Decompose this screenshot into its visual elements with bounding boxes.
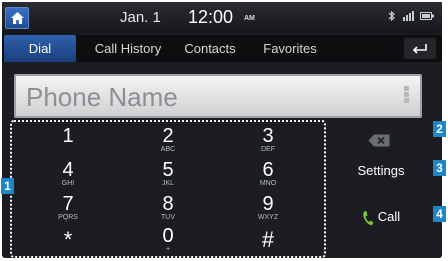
key-5[interactable]: 5 JKL [118,158,218,190]
status-ampm: AM [244,15,255,22]
status-bar: Jan. 1 12:00 AM [2,2,442,34]
callout-badge-4: 4 [433,206,446,222]
key-2[interactable]: 2 ABC [118,124,218,156]
back-icon [412,44,427,54]
back-button[interactable] [404,38,436,59]
key-letters: MNO [259,180,277,187]
tab-contacts[interactable]: Contacts [172,35,248,62]
key-4[interactable]: 4 GHI [18,158,118,190]
key-letters: JKL [161,180,175,187]
field-scroll-indicator [402,85,410,109]
key-digit: 8 [162,193,174,215]
key-1[interactable]: 1 [18,124,118,156]
status-icons [386,11,434,22]
bluetooth-icon [389,11,396,22]
key-digit: * [63,227,73,252]
phone-screen: Jan. 1 12:00 AM Dial Call History Contac… [2,2,442,258]
key-digit: 4 [62,159,74,181]
status-time: 12:00 [188,7,234,27]
callout-badge-1: 1 [1,178,14,194]
backspace-icon [368,134,390,147]
key-digit: # [261,227,275,252]
key-letters: TUV [161,214,175,221]
key-digit: 9 [262,193,274,215]
key-letters: WXYZ [257,214,279,221]
key-6[interactable]: 6 MNO [218,158,318,190]
key-letters: GHI [61,180,75,187]
home-button[interactable] [5,7,29,29]
key-letters: DEF [261,146,275,153]
key-digit: 5 [162,159,174,181]
key-9[interactable]: 9 WXYZ [218,192,318,224]
phone-name-field[interactable] [14,74,422,118]
tab-dial[interactable]: Dial [4,35,76,62]
key-letters: + [165,246,171,253]
status-date: Jan. 1 [120,9,161,26]
home-icon [11,12,24,24]
key-hash[interactable]: # [218,224,318,256]
callout-badge-3: 3 [433,160,446,176]
settings-button[interactable]: Settings [330,152,432,190]
tab-call-history[interactable]: Call History [84,35,172,62]
key-digit: 6 [262,159,274,181]
tab-bar: Dial Call History Contacts Favorites [2,35,442,62]
key-0[interactable]: 0 + [118,224,218,256]
key-digit: 2 [162,125,174,147]
battery-icon [420,12,434,21]
key-7[interactable]: 7 PQRS [18,192,118,224]
key-star[interactable]: * [18,224,118,256]
callout-badge-2: 2 [433,121,446,137]
phone-name-input[interactable] [26,82,396,112]
tab-favorites[interactable]: Favorites [252,35,328,62]
key-letters: PQRS [58,214,78,221]
key-digit: 7 [62,193,74,215]
key-digit: 3 [262,125,274,147]
key-digit: 0 [162,225,174,247]
key-digit: 1 [62,125,74,147]
key-letters: ABC [160,146,176,153]
key-8[interactable]: 8 TUV [118,192,218,224]
key-3[interactable]: 3 DEF [218,124,318,156]
dial-keypad: 1 2 ABC 3 DEF 4 GHI 5 JKL 6 MNO 7 PQRS 8 [10,120,326,258]
call-label: Call [377,209,401,224]
call-button[interactable]: Call [330,198,432,236]
phone-icon [363,210,374,225]
signal-icon [403,11,415,22]
